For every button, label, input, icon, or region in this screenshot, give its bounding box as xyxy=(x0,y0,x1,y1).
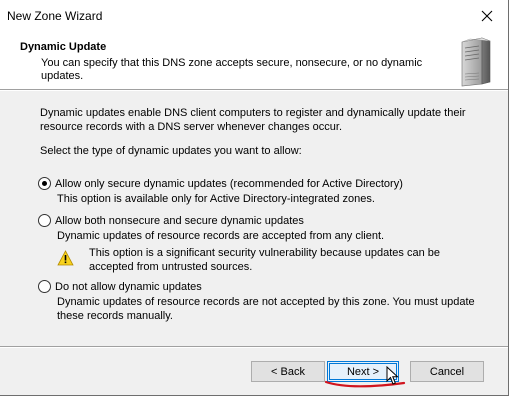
intro-text: Dynamic updates enable DNS client comput… xyxy=(40,107,466,133)
window-title: New Zone Wizard xyxy=(7,9,103,23)
server-icon xyxy=(461,37,491,87)
radio-no-updates[interactable] xyxy=(38,280,51,293)
option-nonsecure-and-secure[interactable]: Allow both nonsecure and secure dynamic … xyxy=(38,214,304,227)
footer-divider-highlight xyxy=(0,347,508,348)
warning-text: This option is a significant security vu… xyxy=(89,247,440,273)
next-button-label: Next > xyxy=(346,365,380,378)
wizard-window: New Zone Wizard Dynamic Update You can s… xyxy=(0,0,509,396)
option-label: Allow both nonsecure and secure dynamic … xyxy=(55,214,304,227)
option-label: Do not allow dynamic updates xyxy=(55,280,202,293)
header-divider xyxy=(0,90,508,91)
wizard-header: Dynamic Update You can specify that this… xyxy=(0,31,508,90)
page-description: You can specify that this DNS zone accep… xyxy=(41,57,423,82)
close-icon[interactable] xyxy=(476,6,498,26)
mouse-cursor-icon xyxy=(386,366,399,385)
page-title: Dynamic Update xyxy=(20,41,107,53)
option-secure-only[interactable]: Allow only secure dynamic updates (recom… xyxy=(38,177,403,190)
prompt-text: Select the type of dynamic updates you w… xyxy=(40,145,302,157)
title-bar: New Zone Wizard xyxy=(0,0,508,31)
option-description: This option is available only for Active… xyxy=(57,193,375,205)
radio-nonsecure-and-secure[interactable] xyxy=(38,214,51,227)
option-description: Dynamic updates of resource records are … xyxy=(57,296,475,322)
option-label: Allow only secure dynamic updates (recom… xyxy=(55,177,403,190)
option-description: Dynamic updates of resource records are … xyxy=(57,230,385,242)
cancel-button[interactable]: Cancel xyxy=(410,361,484,382)
back-button[interactable]: < Back xyxy=(251,361,325,382)
option-no-updates[interactable]: Do not allow dynamic updates xyxy=(38,280,202,293)
warning-icon xyxy=(57,250,74,266)
radio-secure-only[interactable] xyxy=(38,177,51,190)
